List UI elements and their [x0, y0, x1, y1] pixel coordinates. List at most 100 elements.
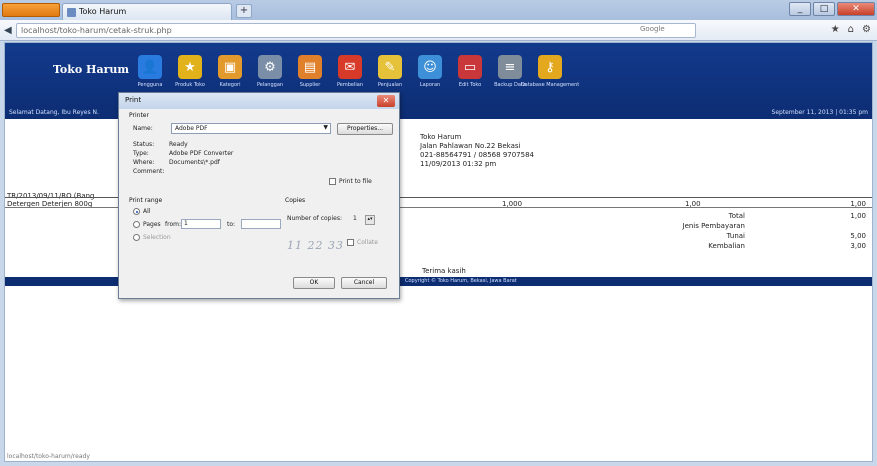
window-icon: ▭ — [458, 55, 482, 79]
type-label: Type: — [133, 150, 149, 157]
toolbar-item-window[interactable]: ▭ Edit Toko — [453, 55, 487, 88]
close-window-button[interactable]: ✕ — [837, 2, 875, 16]
copies-spinner[interactable]: ▴▾ — [365, 215, 375, 225]
dialog-title: Print — [119, 93, 399, 109]
toolbar-item-cart[interactable]: ✉ Pembelian — [333, 55, 367, 88]
browser-menu-button[interactable] — [2, 3, 60, 17]
thanks-text: Terima kasih — [422, 267, 466, 275]
name-label: Name: — [133, 125, 153, 132]
totals-values: 1,00 5,00 3,00 — [850, 211, 866, 251]
cancel-button[interactable]: Cancel — [341, 277, 387, 289]
back-icon[interactable]: ◀ — [4, 25, 12, 36]
toolbar-item-label: Supplier — [299, 82, 321, 88]
printer-select[interactable]: Adobe PDF ▼ — [171, 123, 331, 134]
properties-button[interactable]: Properties... — [337, 123, 393, 135]
toolbar-item-label: Produk Toko — [175, 82, 205, 88]
cart-icon: ✉ — [338, 55, 362, 79]
range-pages-radio[interactable] — [133, 221, 140, 228]
settings-icon[interactable]: ⚙ — [862, 24, 871, 35]
payment-type-label: Jenis Pembayaran — [682, 222, 746, 230]
print-to-file-label: Print to file — [339, 178, 372, 185]
window-controls: _ □ ✕ — [789, 2, 875, 16]
toolbar-item-label: Penjualan — [377, 82, 403, 88]
copies-label: Number of copies: — [287, 215, 342, 222]
key-icon: ⚷ — [538, 55, 562, 79]
toolbar-item-label: Kategori — [219, 82, 241, 88]
brand-title: Toko Harum — [53, 63, 130, 76]
collate-checkbox[interactable] — [347, 239, 354, 246]
chevron-down-icon: ▼ — [323, 124, 328, 131]
range-selection-radio[interactable] — [133, 234, 140, 241]
collate-label: Collate — [357, 239, 378, 246]
browser-titlebar: Toko Harum + _ □ ✕ — [0, 0, 877, 20]
new-tab-button[interactable]: + — [236, 4, 252, 18]
settings-icon: ⚙ — [258, 55, 282, 79]
browser-navbar: ◀ localhost/toko-harum/cetak-struk.php G… — [0, 20, 877, 41]
print-range-label: Print range — [129, 197, 163, 204]
welcome-text: Selamat Datang, Ibu Reyes N. — [9, 109, 99, 116]
star-badge-icon: ★ — [178, 55, 202, 79]
status-bar-text: localhost/toko-harum/ready — [7, 453, 90, 460]
where-label: Where: — [133, 159, 155, 166]
maximize-button[interactable]: □ — [813, 2, 835, 16]
browser-tab[interactable]: Toko Harum — [62, 3, 232, 20]
note-icon: ✎ — [378, 55, 402, 79]
search-input[interactable]: Google — [640, 24, 740, 37]
totals-labels: Total Jenis Pembayaran Tunai Kembalian — [645, 211, 746, 251]
change-label: Kembalian — [708, 242, 745, 250]
toolbar-item-box[interactable]: ▣ Kategori — [213, 55, 247, 88]
database-icon: ≡ — [498, 55, 522, 79]
print-dialog: Print ✕ Printer Name: Adobe PDF ▼ Proper… — [118, 92, 400, 299]
range-all-label: All — [143, 208, 151, 215]
copies-group-label: Copies — [285, 197, 306, 204]
ok-button[interactable]: OK — [293, 277, 335, 289]
receipt-ref: TR/2013/09/11/RO (Bang — [7, 192, 95, 200]
toolbar-item-label: Laporan — [419, 82, 441, 88]
total-label: Total — [728, 212, 745, 220]
footer-text: Copyright © Toko Harum, Bekasi, Jawa Bar… — [405, 278, 517, 284]
bookmark-icon[interactable]: ★ — [831, 24, 840, 35]
type-value: Adobe PDF Converter — [169, 150, 234, 157]
address-bar[interactable]: localhost/toko-harum/cetak-struk.php — [16, 23, 696, 38]
where-value: Documents\*.pdf — [169, 159, 220, 166]
minimize-button[interactable]: _ — [789, 2, 811, 16]
cash-label: Tunai — [726, 232, 745, 240]
print-to-file-checkbox[interactable] — [329, 178, 336, 185]
folder-icon: ▤ — [298, 55, 322, 79]
to-label: to: — [227, 221, 236, 228]
toolbar-item-folder[interactable]: ▤ Supplier — [293, 55, 327, 88]
toolbar-item-label: Pengguna — [137, 82, 163, 88]
printer-group-label: Printer — [129, 112, 149, 119]
copies-value[interactable]: 1 — [353, 215, 357, 222]
range-pages-label: Pages — [143, 221, 161, 228]
cash-value: 5,00 — [850, 232, 866, 240]
toolbar-item-settings[interactable]: ⚙ Pelanggan — [253, 55, 287, 88]
collate-illustration: 11 22 33 — [287, 239, 344, 252]
toolbar-item-label: Pelanggan — [256, 82, 284, 88]
receipt-header: Toko Harum Jalan Pahlawan No.22 Bekasi 0… — [420, 133, 534, 169]
from-input[interactable]: 1 — [181, 219, 221, 229]
change-value: 3,00 — [850, 242, 866, 250]
to-input[interactable] — [241, 219, 281, 229]
home-icon[interactable]: ⌂ — [848, 24, 854, 35]
app-toolbar: 👤 Pengguna ★ Produk Toko ▣ Kategori ⚙ Pelanggan… — [133, 55, 579, 88]
range-all-radio[interactable] — [133, 208, 140, 215]
toolbar-item-people[interactable]: ☺ Laporan — [413, 55, 447, 88]
receipt-store: Toko Harum — [420, 133, 462, 141]
total-value: 1,00 — [850, 212, 866, 220]
receipt-address: Jalan Pahlawan No.22 Bekasi — [420, 142, 521, 150]
date-text: September 11, 2013 | 01:35 pm — [771, 109, 868, 116]
range-selection-label: Selection — [143, 234, 171, 241]
box-icon: ▣ — [218, 55, 242, 79]
toolbar-item-label: Database Management — [520, 82, 580, 88]
toolbar-item-key[interactable]: ⚷ Database Management — [521, 55, 579, 88]
toolbar-item-note[interactable]: ✎ Penjualan — [373, 55, 407, 88]
page-favicon-icon — [67, 8, 76, 17]
printer-name: Adobe PDF — [175, 125, 208, 132]
comment-label: Comment: — [133, 168, 165, 175]
dialog-close-button[interactable]: ✕ — [377, 95, 395, 107]
toolbar-item-star-badge[interactable]: ★ Produk Toko — [173, 55, 207, 88]
tab-title: Toko Harum — [79, 7, 127, 16]
people-icon: ☺ — [418, 55, 442, 79]
toolbar-item-user[interactable]: 👤 Pengguna — [133, 55, 167, 88]
